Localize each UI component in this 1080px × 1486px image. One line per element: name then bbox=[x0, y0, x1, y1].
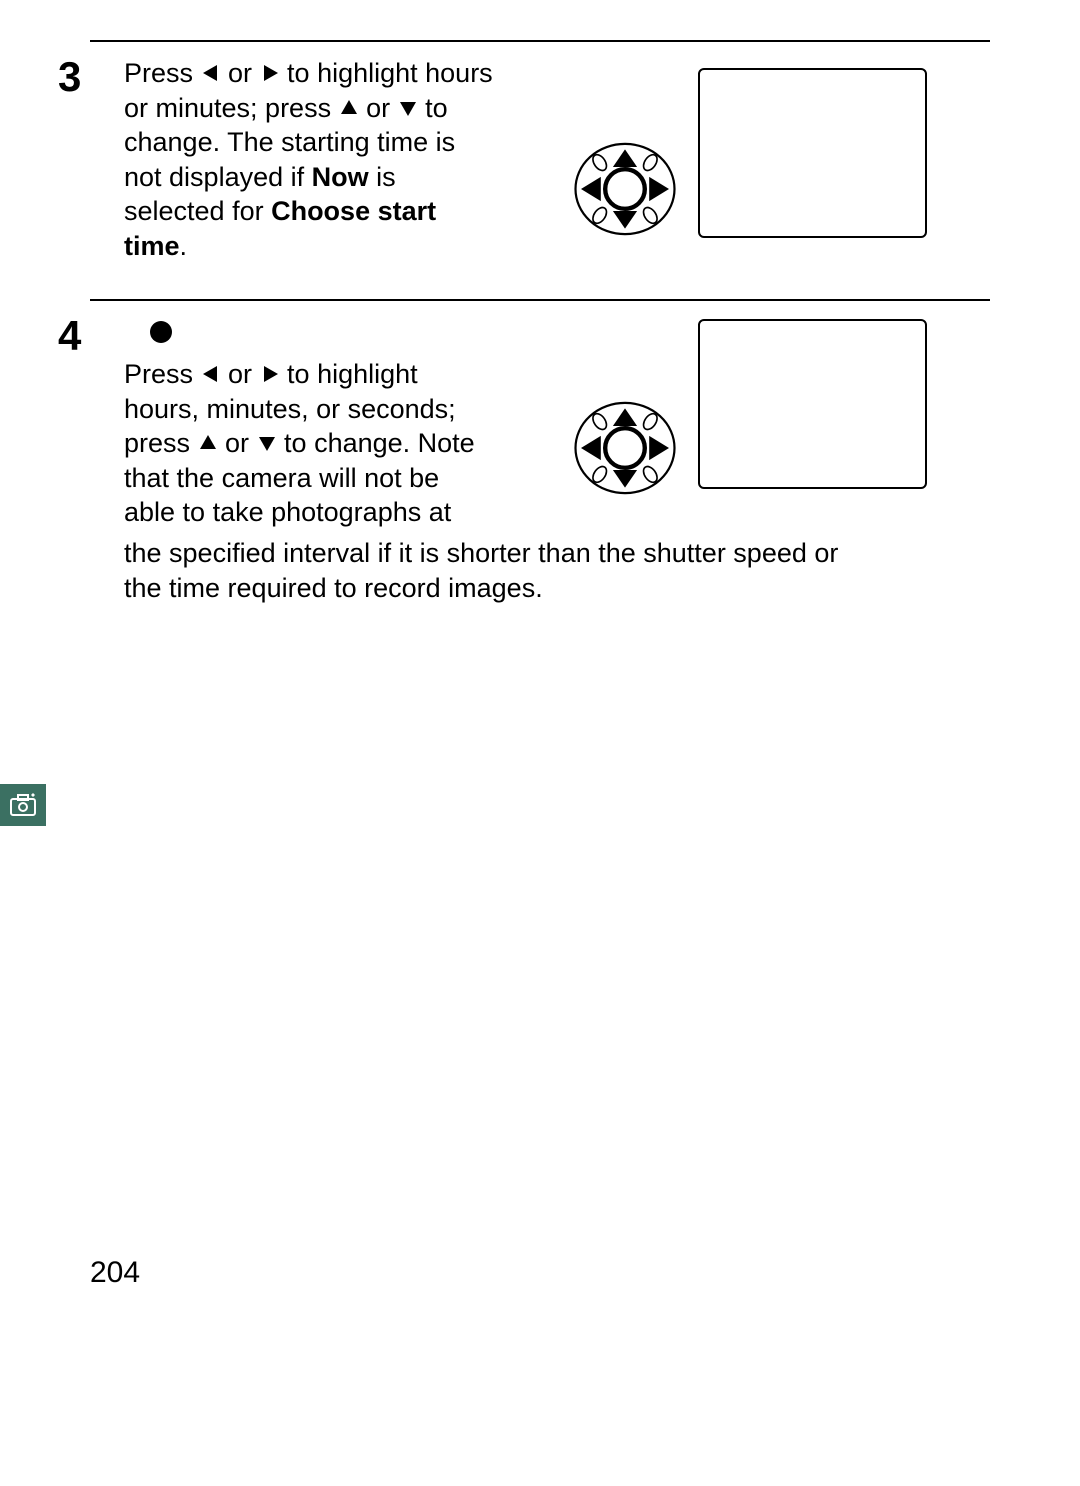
step3-text-2: or bbox=[221, 58, 260, 88]
step4-text-4: or bbox=[218, 428, 257, 458]
left-arrow-icon bbox=[201, 364, 221, 384]
down-arrow-icon bbox=[398, 98, 418, 118]
step3-text-1: Press bbox=[124, 58, 201, 88]
up-arrow-icon bbox=[339, 98, 359, 118]
step-4: 4 Press or to highlight hours, minutes, … bbox=[90, 315, 990, 605]
step3-text-end: . bbox=[180, 231, 188, 261]
manual-page: 3 Press or to highlight hours or minutes… bbox=[0, 0, 1080, 1486]
step4-text-2: or bbox=[221, 359, 260, 389]
step-number-4: 4 bbox=[58, 315, 81, 357]
right-arrow-icon bbox=[260, 364, 280, 384]
down-arrow-icon bbox=[257, 433, 277, 453]
step-4-dot-icon bbox=[150, 321, 172, 343]
multiselector-icon bbox=[570, 393, 680, 503]
step3-text-4: or bbox=[359, 93, 398, 123]
page-number: 204 bbox=[90, 1256, 140, 1290]
step-3-body: Press or to highlight hours or minutes; … bbox=[124, 56, 494, 263]
step3-bold-now: Now bbox=[312, 162, 369, 192]
step-4-continuation: the specified interval if it is shorter … bbox=[124, 536, 874, 605]
left-arrow-icon bbox=[201, 63, 221, 83]
rule-top bbox=[90, 40, 990, 42]
step-number-3: 3 bbox=[58, 56, 81, 98]
up-arrow-icon bbox=[198, 433, 218, 453]
step-3: 3 Press or to highlight hours or minutes… bbox=[90, 56, 990, 263]
screen-preview-2 bbox=[698, 319, 927, 489]
multiselector-icon bbox=[570, 134, 680, 244]
right-arrow-icon bbox=[260, 63, 280, 83]
rule-mid bbox=[90, 299, 990, 301]
step-4-body: Press or to highlight hours, minutes, or… bbox=[124, 357, 494, 530]
step4-text-1: Press bbox=[124, 359, 201, 389]
screen-preview-1 bbox=[698, 68, 927, 238]
side-tab-camera-icon bbox=[0, 784, 46, 826]
